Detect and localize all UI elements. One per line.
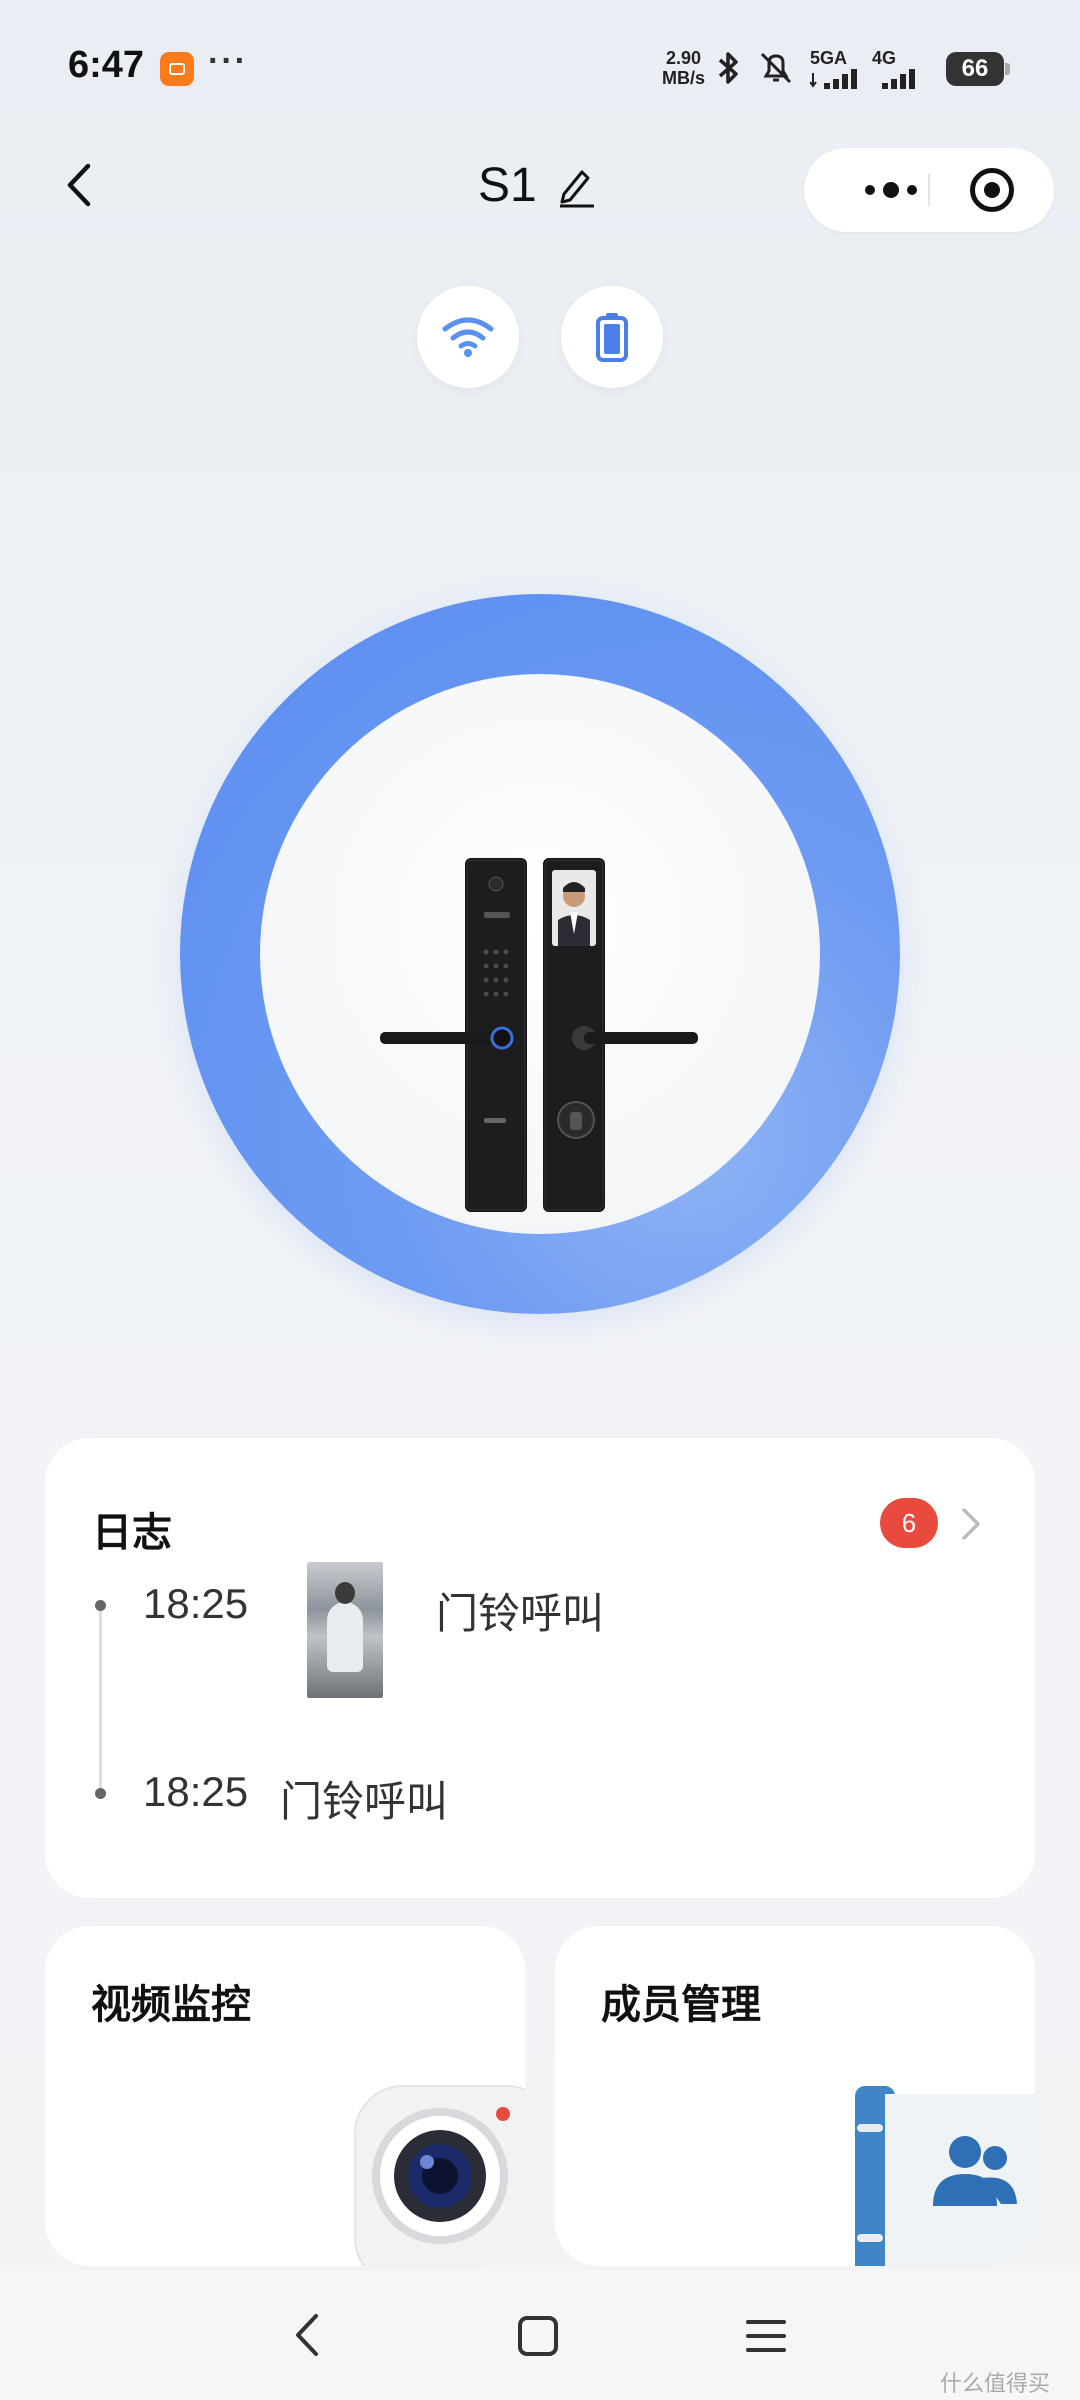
mute-bell-icon <box>760 52 792 84</box>
video-monitor-title: 视频监控 <box>91 1983 251 2027</box>
edit-pencil-icon[interactable] <box>556 164 596 208</box>
battery-status-chip[interactable] <box>561 286 663 388</box>
timeline-dot <box>95 1788 106 1799</box>
network-speed-value: 2.90 <box>665 48 702 68</box>
log-entry-text: 门铃呼叫 <box>280 1778 449 1825</box>
network-speed-unit: MB/s <box>662 68 706 88</box>
nav-home-icon[interactable] <box>516 2314 560 2358</box>
signal-5g: 5GA <box>810 48 858 89</box>
smart-lock-image <box>380 858 698 1212</box>
log-timeline <box>99 1604 102 1790</box>
back-arrow-icon[interactable] <box>60 160 100 210</box>
timeline-dot <box>95 1600 106 1611</box>
network-speed: 2.90 MB/s <box>662 48 705 88</box>
battery-indicator: 66 <box>946 52 1010 86</box>
battery-icon <box>596 313 628 362</box>
signal-5g-bars-icon <box>810 68 857 89</box>
watermark: 什么值得买 <box>940 2371 1051 2396</box>
page-title: S1 <box>478 159 537 212</box>
shopping-app-icon <box>160 52 194 86</box>
status-icons: 5GA 4G <box>714 48 916 89</box>
lock-image-area <box>260 674 820 1234</box>
signal-4g: 4G <box>872 48 916 89</box>
log-entry-time: 18:25 <box>143 1580 249 1627</box>
member-management-tile[interactable]: 成员管理 <box>555 1926 1035 2266</box>
member-book-icon <box>855 2086 1035 2266</box>
signal-4g-bars-icon <box>882 68 915 89</box>
bluetooth-icon <box>718 52 738 84</box>
more-notifications-icon: ··· <box>208 42 248 80</box>
signal-4g-label: 4G <box>872 47 897 68</box>
video-monitor-tile[interactable]: 视频监控 <box>45 1926 525 2266</box>
chevron-right-icon[interactable] <box>956 1504 986 1544</box>
doorbell-snapshot-thumbnail[interactable] <box>307 1562 383 1698</box>
camera-icon <box>354 2085 525 2266</box>
system-navigation-bar <box>0 2270 1080 2400</box>
miniprogram-capsule <box>804 148 1054 232</box>
nav-menu-icon[interactable] <box>744 2316 788 2356</box>
capsule-divider <box>928 174 930 206</box>
signal-5g-label: 5GA <box>810 47 848 68</box>
member-management-title: 成员管理 <box>601 1983 761 2027</box>
status-time: 6:47 <box>68 44 145 86</box>
log-entry-time: 18:25 <box>143 1768 249 1815</box>
close-miniprogram-button[interactable] <box>970 168 1014 212</box>
log-title: 日志 <box>92 1511 172 1555</box>
wifi-status-chip[interactable] <box>417 286 519 388</box>
device-status-ring[interactable] <box>180 594 900 1314</box>
log-count-badge: 6 <box>880 1498 938 1548</box>
nav-back-icon[interactable] <box>288 2310 328 2360</box>
wifi-icon <box>442 317 494 357</box>
log-entry-text: 门铃呼叫 <box>436 1590 605 1637</box>
